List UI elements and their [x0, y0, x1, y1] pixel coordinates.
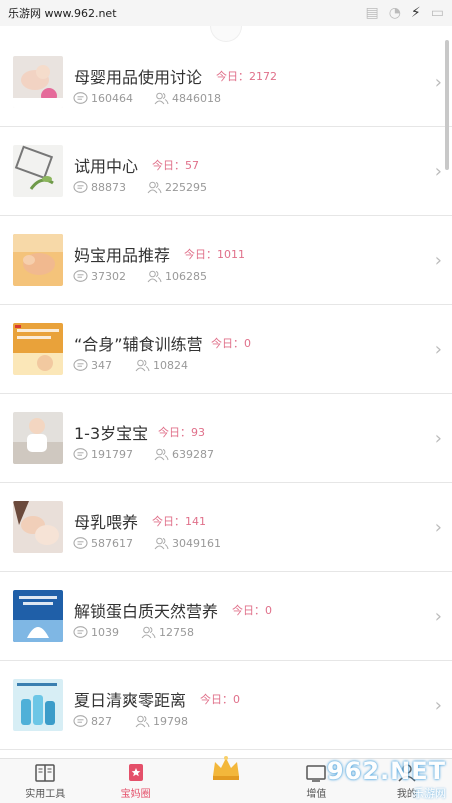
comment-icon — [73, 537, 88, 549]
comment-icon — [73, 92, 88, 104]
forum-thumbnail — [13, 412, 63, 464]
member-count: 4846018 — [154, 92, 221, 105]
today-count: 今日：57 — [152, 159, 199, 172]
watermark-logo: 962.NET 乐游网 — [304, 757, 446, 801]
forum-item[interactable]: 母乳喂养 今日：141 587617 3049161 › — [0, 483, 452, 572]
forum-title: 妈宝用品推荐 — [74, 246, 171, 265]
post-count: 160464 — [73, 92, 133, 105]
forum-thumbnail — [13, 56, 63, 108]
post-count: 88873 — [73, 181, 126, 194]
post-count: 347 — [73, 359, 112, 372]
post-count: 827 — [73, 715, 112, 728]
forum-thumbnail — [13, 590, 63, 642]
forum-thumbnail — [13, 323, 63, 375]
member-count: 3049161 — [154, 537, 221, 550]
tab-label: 实用工具 — [25, 789, 66, 800]
book-icon — [35, 764, 55, 782]
forum-item[interactable]: 1-3岁宝宝 今日：93 191797 639287 › — [0, 394, 452, 483]
chevron-right-icon: › — [434, 72, 442, 93]
forum-item[interactable]: 母婴用品使用讨论 今日：2172 160464 4846018 › — [0, 38, 452, 127]
member-count: 639287 — [154, 448, 214, 461]
members-icon — [147, 270, 162, 283]
today-count: 今日：1011 — [184, 248, 245, 261]
comment-icon — [73, 448, 88, 460]
forum-title: “合身”辅食训练营 — [74, 335, 203, 354]
member-count: 19798 — [135, 715, 188, 728]
tab-tools[interactable]: 实用工具 — [0, 759, 90, 803]
forum-title: 母乳喂养 — [74, 513, 139, 532]
forum-thumbnail — [13, 679, 63, 731]
watermark-sub: 乐游网 — [413, 787, 446, 800]
member-count: 225295 — [147, 181, 207, 194]
forum-title: 夏日清爽零距离 — [74, 691, 187, 710]
forum-title: 1-3岁宝宝 — [74, 424, 149, 443]
wifi-icon: ◔ — [388, 5, 401, 21]
comment-icon — [73, 626, 88, 638]
chevron-right-icon: › — [434, 250, 442, 271]
forum-title: 解锁蛋白质天然营养 — [74, 602, 219, 621]
bookmark-star-icon — [128, 764, 143, 781]
members-icon — [154, 448, 169, 461]
comment-icon — [73, 359, 88, 371]
tab-mom-circle[interactable]: 宝妈圈 — [90, 759, 180, 803]
forum-item[interactable]: 妈宝用品推荐 今日：1011 37302 106285 › — [0, 216, 452, 305]
chevron-right-icon: › — [434, 606, 442, 627]
forum-item[interactable]: 解锁蛋白质天然营养 今日：0 1039 12758 › — [0, 572, 452, 661]
members-icon — [154, 537, 169, 550]
forum-thumbnail — [13, 234, 63, 286]
post-count: 37302 — [73, 270, 126, 283]
post-count: 587617 — [73, 537, 133, 550]
comment-icon — [73, 270, 88, 282]
tab-label: 宝妈圈 — [120, 789, 151, 800]
scrollbar[interactable] — [445, 40, 449, 170]
crown-icon[interactable] — [210, 754, 242, 782]
chevron-right-icon: › — [434, 339, 442, 360]
member-count: 106285 — [147, 270, 207, 283]
today-count: 今日：0 — [232, 604, 272, 617]
members-icon — [141, 626, 156, 639]
forum-list: 母婴用品使用讨论 今日：2172 160464 4846018 › 试用中心 今… — [0, 38, 452, 758]
today-count: 今日：0 — [200, 693, 240, 706]
today-count: 今日：0 — [211, 337, 251, 350]
forum-thumbnail — [13, 145, 63, 197]
forum-item[interactable]: 试用中心 今日：57 88873 225295 › — [0, 127, 452, 216]
member-count: 12758 — [141, 626, 194, 639]
watermark-main: 962.NET — [326, 757, 446, 785]
members-icon — [135, 359, 150, 372]
forum-title: 母婴用品使用讨论 — [74, 68, 203, 87]
comment-icon — [73, 715, 88, 727]
forum-thumbnail — [13, 501, 63, 553]
forum-item[interactable]: 夏日清爽零距离 今日：0 827 19798 › — [0, 661, 452, 750]
watermark-text: 乐游网 www.962.net — [8, 7, 117, 20]
status-bar: 乐游网 www.962.net ▤ ◔ ⚡ ▭ — [0, 0, 452, 26]
today-count: 今日：2172 — [216, 70, 277, 83]
battery-icon: ▭ — [430, 5, 444, 21]
chevron-right-icon: › — [434, 428, 442, 449]
members-icon — [135, 715, 150, 728]
forum-title: 试用中心 — [74, 157, 139, 176]
members-icon — [154, 92, 169, 105]
member-count: 10824 — [135, 359, 188, 372]
signal-icon: ▤ — [365, 5, 379, 21]
forum-item[interactable]: “合身”辅食训练营 今日：0 347 10824 › — [0, 305, 452, 394]
comment-icon — [73, 181, 88, 193]
status-icons: ▤ ◔ ⚡ ▭ — [365, 5, 444, 21]
post-count: 191797 — [73, 448, 133, 461]
chevron-right-icon: › — [434, 695, 442, 716]
chevron-right-icon: › — [434, 161, 442, 182]
post-count: 1039 — [73, 626, 119, 639]
chevron-right-icon: › — [434, 517, 442, 538]
members-icon — [147, 181, 162, 194]
battery-charging-icon: ⚡ — [410, 5, 421, 21]
today-count: 今日：141 — [152, 515, 206, 528]
today-count: 今日：93 — [158, 426, 205, 439]
